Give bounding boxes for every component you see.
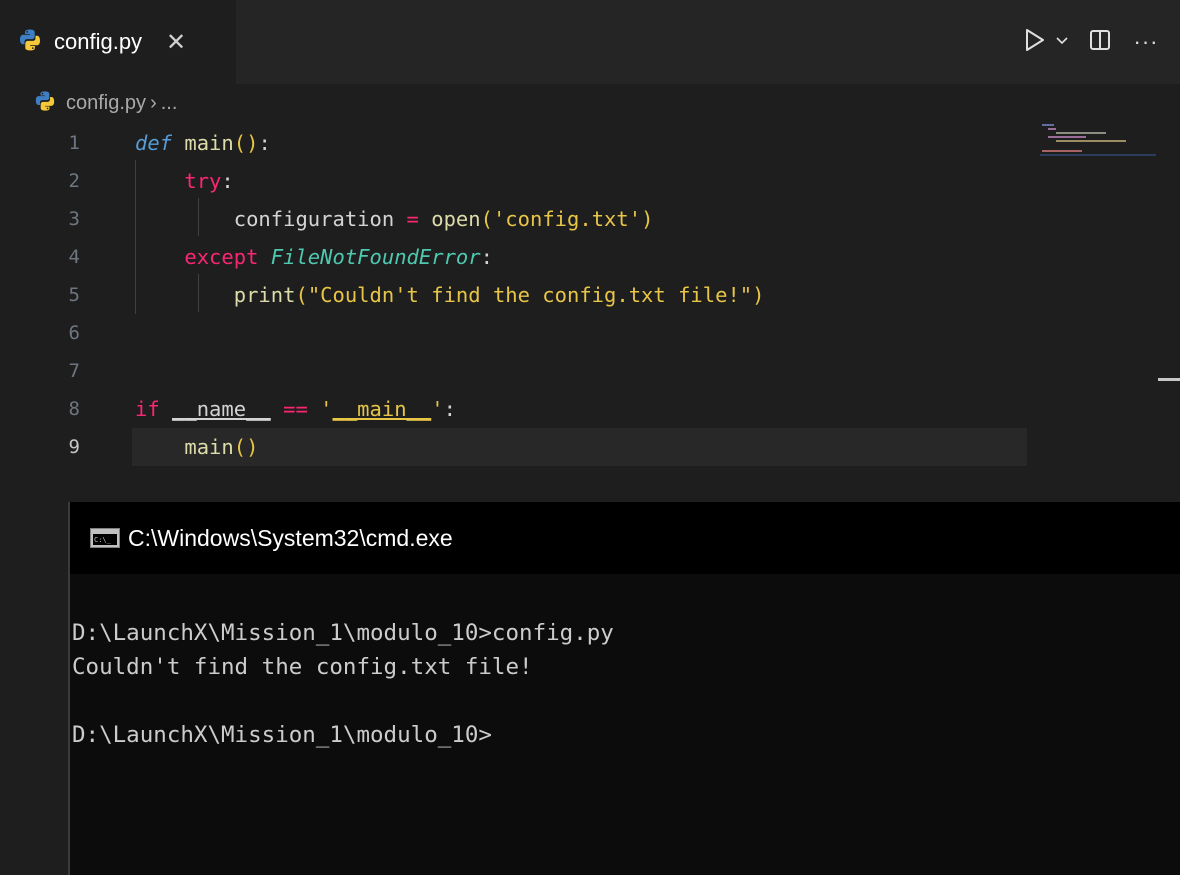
- minimap[interactable]: [1040, 122, 1156, 162]
- code-text: print("Couldn't find the config.txt file…: [233, 283, 765, 307]
- split-editor-button[interactable]: [1074, 24, 1126, 60]
- line-number: 8: [68, 398, 80, 420]
- cmd-title: C:\Windows\System32\cmd.exe: [128, 524, 453, 551]
- cmd-title-bar[interactable]: C:\_ C:\Windows\System32\cmd.exe: [70, 502, 1180, 574]
- code-line: 1 def main():: [0, 124, 1180, 162]
- code-text: def main():: [135, 131, 271, 155]
- run-triangle-icon: [1024, 28, 1046, 57]
- python-file-icon: [34, 90, 56, 117]
- cmd-output[interactable]: D:\LaunchX\Mission_1\modulo_10>config.py…: [70, 574, 1180, 752]
- code-line: 6: [0, 314, 1180, 352]
- tab-label: config.py: [54, 29, 143, 54]
- terminal-line: D:\LaunchX\Mission_1\modulo_10>config.py: [72, 620, 614, 646]
- tab-config-py[interactable]: config.py ✕: [0, 0, 236, 84]
- terminal-line: Couldn't find the config.txt file!: [72, 654, 533, 680]
- breadcrumb-symbols[interactable]: ...: [161, 92, 178, 115]
- close-tab-icon[interactable]: ✕: [162, 28, 190, 56]
- terminal-line: D:\LaunchX\Mission_1\modulo_10>: [72, 722, 492, 748]
- line-number: 2: [68, 170, 80, 192]
- cmd-icon: C:\_: [90, 528, 120, 548]
- code-line: 5 print("Couldn't find the config.txt fi…: [0, 276, 1180, 314]
- run-dropdown-button[interactable]: [1050, 24, 1074, 60]
- code-text: try:: [184, 169, 234, 193]
- line-number: 5: [68, 284, 80, 306]
- breadcrumb: config.py › ...: [0, 84, 1180, 122]
- code-line: 9 main(): [0, 428, 1180, 466]
- chevron-down-icon: [1055, 33, 1069, 51]
- line-number: 7: [68, 360, 80, 382]
- breadcrumb-file[interactable]: config.py: [66, 92, 146, 115]
- code-text: if __name__ == '__main__':: [135, 397, 456, 421]
- editor-actions: ···: [1020, 24, 1166, 60]
- code-line: 3 configuration = open('config.txt'): [0, 200, 1180, 238]
- scrollbar-position-marker[interactable]: [1158, 378, 1180, 381]
- code-line: 8 if __name__ == '__main__':: [0, 390, 1180, 428]
- code-text: except FileNotFoundError:: [184, 245, 493, 269]
- line-number: 1: [68, 132, 80, 154]
- python-file-icon: [18, 28, 42, 57]
- editor-tab-bar: config.py ✕ ···: [0, 0, 1180, 84]
- code-text: main(): [184, 435, 259, 459]
- cmd-window[interactable]: C:\_ C:\Windows\System32\cmd.exe D:\Laun…: [68, 502, 1180, 875]
- code-text: configuration = open('config.txt'): [233, 207, 654, 231]
- code-editor[interactable]: 1 def main(): 2 try: 3 configuration = o…: [0, 122, 1180, 492]
- line-number: 3: [68, 208, 80, 230]
- more-icon: ···: [1133, 29, 1159, 54]
- split-editor-icon: [1089, 29, 1111, 56]
- run-python-button[interactable]: [1020, 24, 1050, 60]
- code-line: 7: [0, 352, 1180, 390]
- more-actions-button[interactable]: ···: [1126, 24, 1166, 60]
- line-number: 9: [68, 436, 80, 458]
- line-number: 4: [68, 246, 80, 268]
- code-line: 4 except FileNotFoundError:: [0, 238, 1180, 276]
- line-number: 6: [68, 322, 80, 344]
- code-line: 2 try:: [0, 162, 1180, 200]
- breadcrumb-separator-icon: ›: [150, 91, 157, 114]
